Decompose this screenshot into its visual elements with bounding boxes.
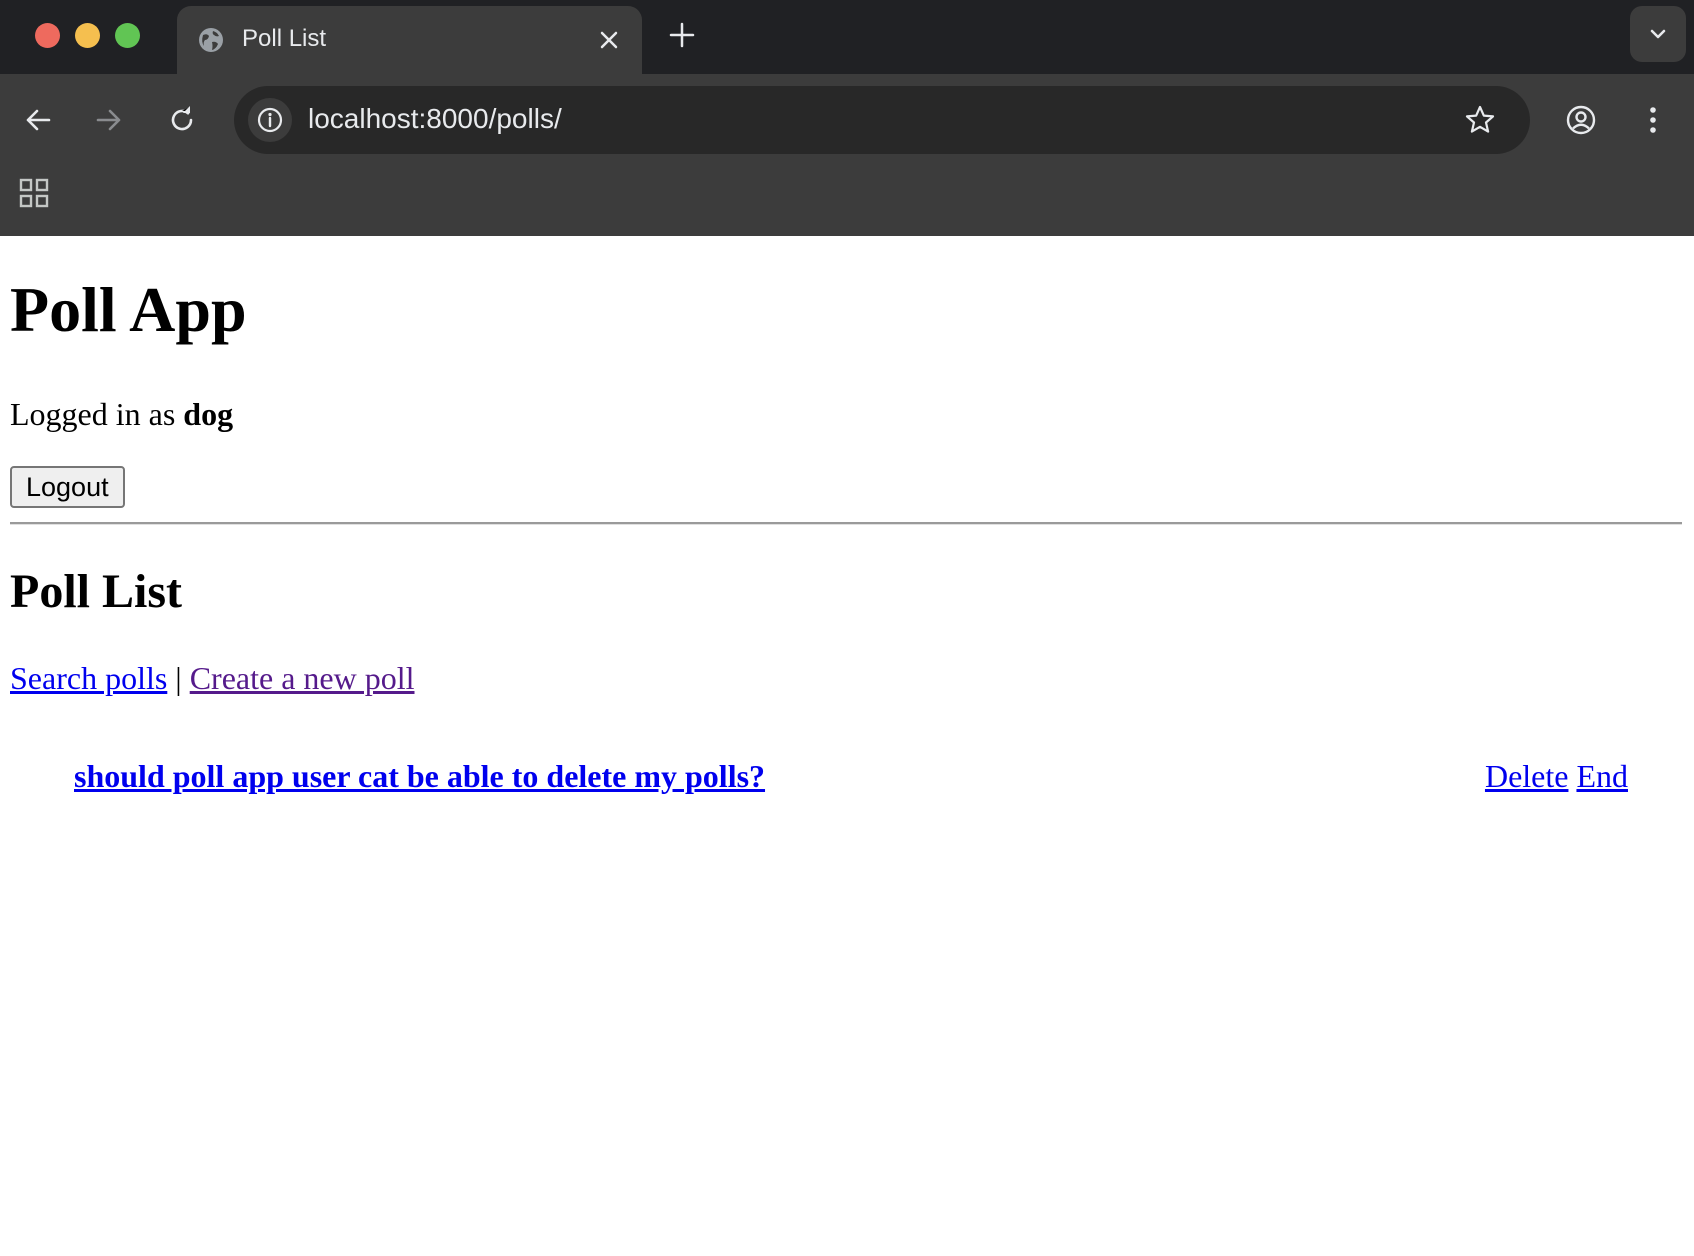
login-status: Logged in as dog [10,396,233,433]
list-item: should poll app user cat be able to dele… [74,758,1628,795]
profile-icon[interactable] [1565,104,1597,136]
address-bar[interactable]: localhost:8000/polls/ [234,86,1530,154]
site-info-button[interactable] [248,98,292,142]
reload-icon[interactable] [166,104,198,136]
close-tab-icon[interactable] [597,28,621,52]
end-poll-link[interactable]: End [1576,758,1628,794]
tab-title: Poll List [242,25,327,52]
poll-item-actions: Delete End [1485,758,1628,795]
apps-grid-icon[interactable] [18,177,50,209]
create-poll-link[interactable]: Create a new poll [190,660,415,696]
browser-tab-active[interactable]: Poll List [177,6,642,74]
poll-question-link[interactable]: should poll app user cat be able to dele… [74,758,765,794]
link-separator: | [175,660,182,696]
divider [10,522,1682,525]
username: dog [183,396,234,432]
logout-button[interactable]: Logout [10,466,125,508]
app-title: Poll App [10,274,247,345]
close-window-button[interactable] [35,23,60,48]
section-title: Poll List [10,565,183,618]
info-icon [257,107,283,133]
search-polls-link[interactable]: Search polls [10,660,167,696]
delete-poll-link[interactable]: Delete [1485,758,1569,794]
globe-icon [199,28,223,52]
bookmark-star-icon[interactable] [1464,104,1496,136]
new-tab-icon[interactable] [668,21,696,49]
maximize-window-button[interactable] [115,23,140,48]
browser-toolbar: localhost:8000/polls/ [0,74,1694,236]
poll-actions-links: Search polls | Create a new poll [10,660,415,697]
browser-tab-bar: Poll List [0,0,1694,74]
forward-arrow-icon[interactable] [93,104,125,136]
chevron-down-icon [1650,29,1666,39]
url-text: localhost:8000/polls/ [308,103,562,134]
tab-search-button[interactable] [1630,6,1686,62]
more-menu-icon[interactable] [1637,104,1669,136]
minimize-window-button[interactable] [75,23,100,48]
back-arrow-icon[interactable] [22,104,54,136]
login-status-prefix: Logged in as [10,396,176,432]
